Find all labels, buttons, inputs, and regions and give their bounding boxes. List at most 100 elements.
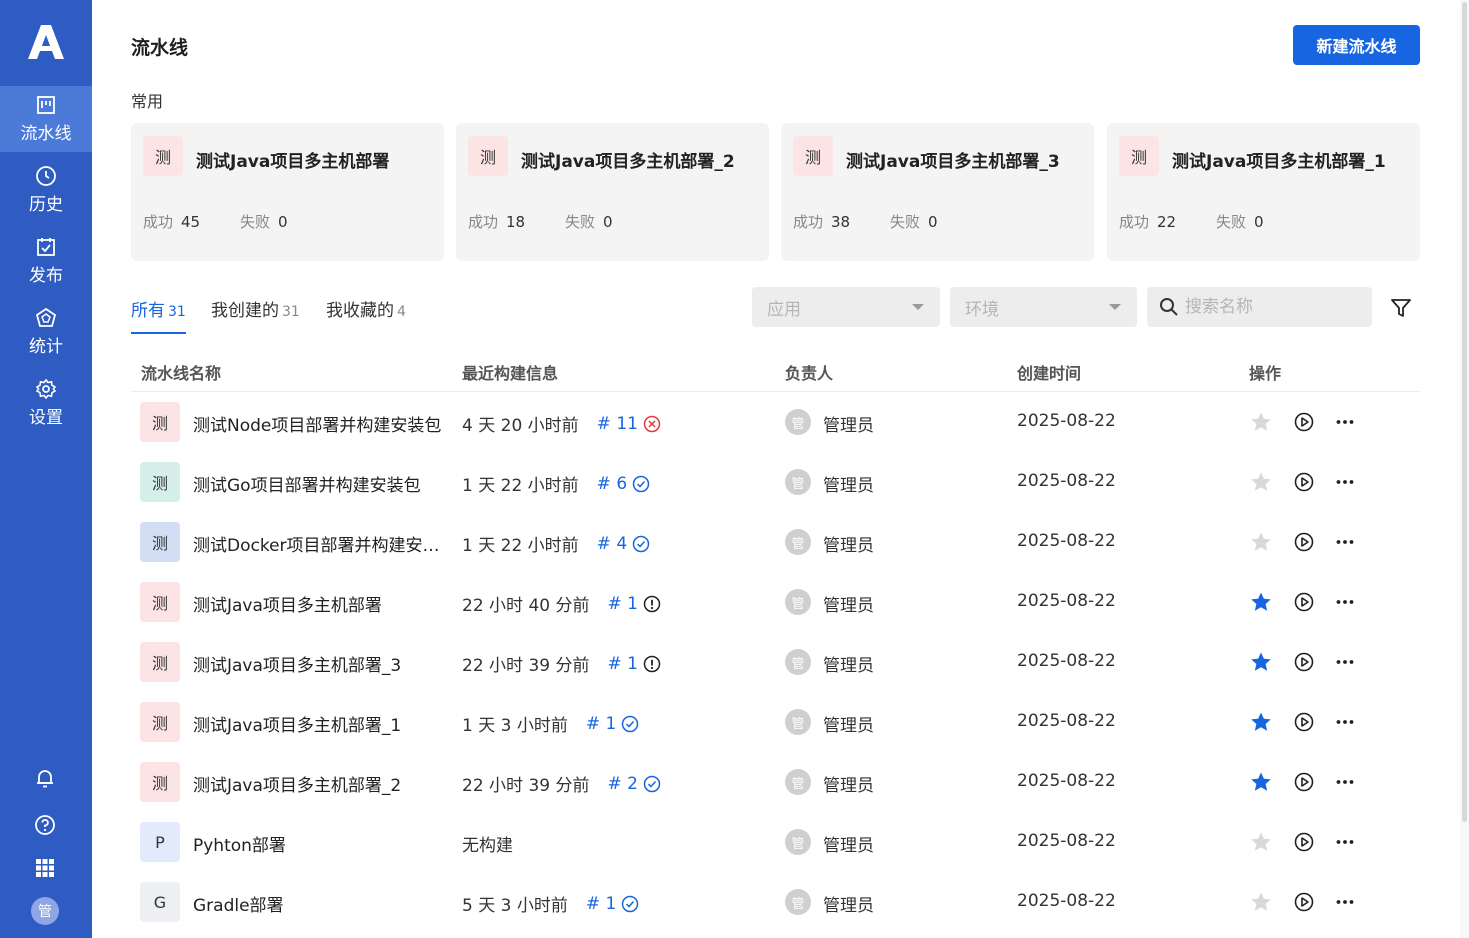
nav-stats[interactable]: 统计 [0, 299, 92, 365]
app-select[interactable]: 应用 [752, 287, 940, 327]
fail-stat: 失败 0 [890, 211, 938, 232]
notification-button[interactable] [28, 761, 62, 795]
pipeline-badge: 测 [140, 582, 180, 622]
table-row: P Pyhton部署 无构建 管管理员 2025-08-22 [131, 812, 1420, 872]
build-number[interactable]: # 1 [607, 654, 637, 674]
table-row: 测测试Java项目多主机部署_1 1 天 3 小时前 # 1 管管理员 2025-08-… [131, 692, 1420, 752]
run-icon[interactable] [1293, 891, 1315, 913]
more-icon[interactable] [1334, 651, 1356, 673]
tab-all[interactable]: 所有 31 [131, 296, 186, 334]
more-icon[interactable] [1334, 891, 1356, 913]
run-icon[interactable] [1293, 471, 1315, 493]
pipeline-name[interactable]: 测试Node项目部署并构建安装包 [193, 411, 445, 436]
star-icon[interactable] [1250, 471, 1272, 493]
tab-created-by-me[interactable]: 我创建的 31 [211, 296, 300, 334]
fail-stat: 失败 0 [1216, 211, 1264, 232]
nav-settings[interactable]: 设置 [0, 370, 92, 436]
success-icon [643, 775, 661, 792]
build-time: 5 天 3 小时前 [462, 896, 568, 916]
owner-avatar: 管 [785, 469, 811, 495]
more-icon[interactable] [1334, 411, 1356, 433]
pipeline-name[interactable]: 测试Java项目多主机部署_2 [193, 771, 445, 796]
scrollbar-thumb[interactable] [1462, 2, 1467, 822]
last-build-info: 22 小时 39 分前 # 1 [462, 651, 661, 676]
pipeline-badge: 测 [1119, 136, 1159, 176]
run-icon[interactable] [1293, 531, 1315, 553]
run-icon[interactable] [1293, 711, 1315, 733]
build-time: 无构建 [462, 836, 513, 856]
more-icon[interactable] [1334, 711, 1356, 733]
pipeline-name[interactable]: Pyhton部署 [193, 831, 445, 856]
favorite-card[interactable]: 测 测试Java项目多主机部署_2 成功 18 失败 0 [456, 123, 769, 261]
build-number[interactable]: # 1 [586, 894, 616, 914]
success-label: 成功 [143, 213, 174, 231]
nav-history[interactable]: 历史 [0, 157, 92, 223]
fail-label: 失败 [565, 213, 596, 231]
more-icon[interactable] [1334, 591, 1356, 613]
build-number[interactable]: # 1 [607, 594, 637, 614]
env-select[interactable]: 环境 [950, 287, 1137, 327]
table-row: G Gradle部署 5 天 3 小时前 # 1 管管理员 2025-08-22 [131, 872, 1420, 932]
star-icon[interactable] [1250, 891, 1272, 913]
owner-avatar: 管 [785, 529, 811, 555]
fail-stat: 失败 0 [565, 211, 613, 232]
more-icon[interactable] [1334, 471, 1356, 493]
created-date: 2025-08-22 [1017, 711, 1116, 731]
favorite-card[interactable]: 测 测试Java项目多主机部署_3 成功 38 失败 0 [781, 123, 1094, 261]
user-avatar[interactable]: 管 [31, 897, 59, 925]
created-date: 2025-08-22 [1017, 651, 1116, 671]
run-icon[interactable] [1293, 591, 1315, 613]
pipeline-name[interactable]: Gradle部署 [193, 891, 445, 916]
build-number[interactable]: # 6 [597, 474, 627, 494]
tab-starred[interactable]: 我收藏的 4 [326, 296, 406, 334]
tab-count: 31 [282, 304, 300, 320]
star-icon[interactable] [1250, 531, 1272, 553]
tab-count: 4 [397, 304, 406, 320]
nav-pipeline[interactable]: 流水线 [0, 86, 92, 152]
card-name: 测试Java项目多主机部署_1 [1172, 152, 1386, 172]
favorite-card[interactable]: 测 测试Java项目多主机部署_1 成功 22 失败 0 [1107, 123, 1420, 261]
star-icon[interactable] [1250, 831, 1272, 853]
apps-button[interactable] [28, 851, 62, 885]
nav-release[interactable]: 发布 [0, 228, 92, 294]
new-pipeline-button[interactable]: 新建流水线 [1293, 25, 1420, 65]
run-icon[interactable] [1293, 771, 1315, 793]
help-button[interactable] [28, 808, 62, 842]
run-icon[interactable] [1293, 831, 1315, 853]
run-icon[interactable] [1293, 651, 1315, 673]
created-date: 2025-08-22 [1017, 591, 1116, 611]
pipeline-badge: P [140, 822, 180, 862]
success-stat: 成功 18 [468, 211, 525, 232]
pipeline-name[interactable]: 测试Go项目部署并构建安装包 [193, 471, 445, 496]
pipeline-name[interactable]: 测试Java项目多主机部署_3 [193, 651, 445, 676]
search-icon [1160, 298, 1178, 316]
owner-name: 管理员 [823, 776, 874, 796]
more-icon[interactable] [1334, 771, 1356, 793]
star-icon[interactable] [1250, 411, 1272, 433]
owner-name: 管理员 [823, 476, 874, 496]
build-number[interactable]: # 1 [586, 714, 616, 734]
search-input[interactable] [1185, 297, 1355, 317]
run-icon[interactable] [1293, 411, 1315, 433]
favorite-card[interactable]: 测 测试Java项目多主机部署 成功 45 失败 0 [131, 123, 444, 261]
more-icon[interactable] [1334, 531, 1356, 553]
app-logo[interactable] [0, 0, 92, 84]
build-number[interactable]: # 11 [597, 414, 638, 434]
star-icon[interactable] [1250, 591, 1272, 613]
star-icon[interactable] [1250, 771, 1272, 793]
filter-icon[interactable] [1389, 296, 1413, 320]
pipeline-name[interactable]: 测试Java项目多主机部署 [193, 591, 445, 616]
star-icon[interactable] [1250, 711, 1272, 733]
card-name: 测试Java项目多主机部署_3 [846, 152, 1060, 172]
grid-icon [36, 859, 54, 877]
success-icon [632, 475, 650, 492]
warning-icon [643, 655, 661, 672]
build-time: 1 天 3 小时前 [462, 716, 568, 736]
build-number[interactable]: # 4 [597, 534, 627, 554]
pipeline-name[interactable]: 测试Docker项目部署并构建安装包 [193, 531, 445, 556]
star-icon[interactable] [1250, 651, 1272, 673]
more-icon[interactable] [1334, 831, 1356, 853]
pipeline-name[interactable]: 测试Java项目多主机部署_1 [193, 711, 445, 736]
build-number[interactable]: # 2 [607, 774, 637, 794]
fail-label: 失败 [240, 213, 271, 231]
